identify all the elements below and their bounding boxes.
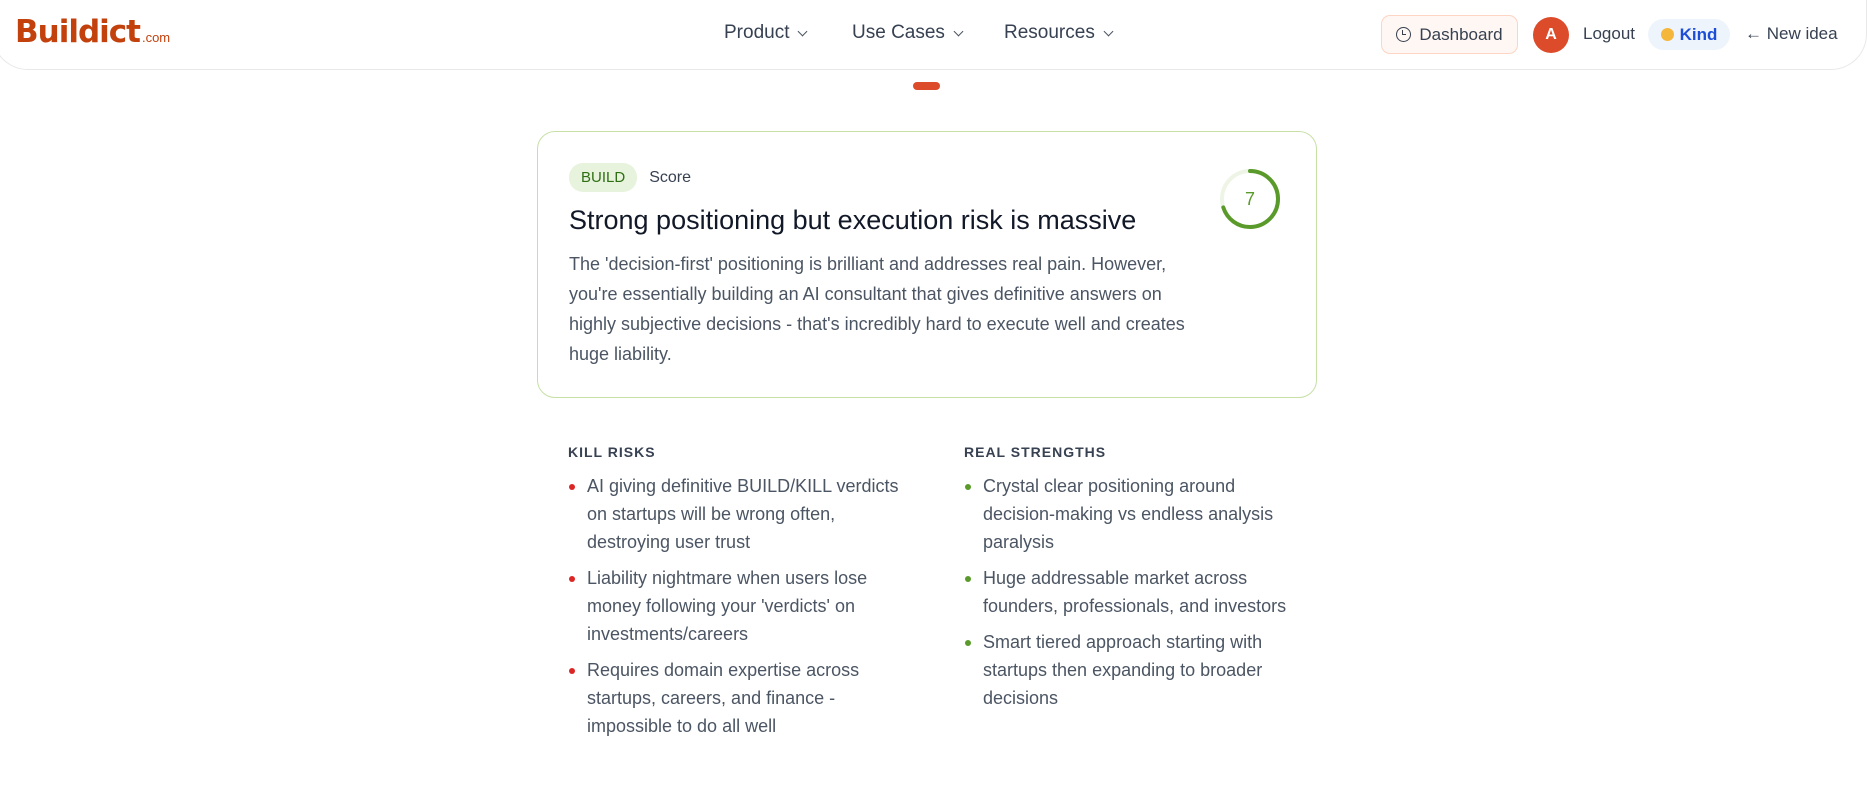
list-item: Liability nightmare when users lose mone…: [568, 564, 908, 648]
verdict-description: The 'decision-first' positioning is bril…: [569, 254, 1185, 364]
score-label: Score: [649, 168, 691, 186]
list-item: Huge addressable market across founders,…: [964, 564, 1304, 620]
buildict-logo[interactable]: Buildict .com: [15, 14, 170, 50]
kind-mode-label: Kind: [1679, 24, 1718, 44]
verdict-card: BUILD Score Strong positioning but execu…: [537, 131, 1317, 398]
list-item: AI giving definitive BUILD/KILL verdicts…: [568, 472, 908, 556]
new-idea-link[interactable]: ← New idea: [1745, 24, 1838, 44]
verdict-badge-row: BUILD Score: [569, 163, 691, 192]
list-item: Smart tiered approach starting with star…: [964, 628, 1304, 712]
nav-product-label: Product: [724, 22, 790, 43]
dashboard-button[interactable]: Dashboard: [1381, 15, 1518, 54]
real-strengths-section: REAL STRENGTHS Crystal clear positioning…: [964, 444, 1304, 720]
logo-wordmark: Buildict: [15, 14, 141, 50]
chevron-down-icon: [1103, 26, 1114, 36]
list-item: Requires domain expertise across startup…: [568, 656, 908, 740]
step-indicator: [913, 82, 940, 90]
nav-resources[interactable]: Resources: [1004, 22, 1114, 44]
main-nav: Product Use Cases Resources: [724, 22, 1114, 44]
logout-link[interactable]: Logout: [1583, 24, 1635, 44]
avatar[interactable]: A: [1533, 17, 1569, 53]
top-header: Buildict .com Product Use Cases Resource…: [0, 0, 1867, 70]
chevron-down-icon: [798, 26, 808, 36]
kind-mode-badge[interactable]: Kind: [1648, 19, 1730, 50]
verdict-title: Strong positioning but execution risk is…: [569, 205, 1137, 235]
nav-use-cases-label: Use Cases: [852, 22, 945, 43]
dashboard-label: Dashboard: [1419, 24, 1503, 44]
verdict-badge: BUILD: [569, 163, 638, 192]
logo-suffix: .com: [141, 30, 171, 45]
nav-resources-label: Resources: [1004, 22, 1095, 43]
kill-risks-section: KILL RISKS AI giving definitive BUILD/KI…: [568, 444, 908, 748]
heart-hands-icon: [1660, 28, 1674, 41]
chevron-down-icon: [953, 26, 964, 36]
nav-use-cases[interactable]: Use Cases: [852, 22, 1004, 44]
list-item: Crystal clear positioning around decisio…: [964, 472, 1304, 556]
real-strengths-heading: REAL STRENGTHS: [964, 444, 1107, 460]
clock-icon: [1396, 27, 1412, 42]
score-value: 7: [1244, 188, 1255, 209]
kill-risks-heading: KILL RISKS: [568, 444, 656, 460]
nav-product[interactable]: Product: [724, 22, 852, 44]
